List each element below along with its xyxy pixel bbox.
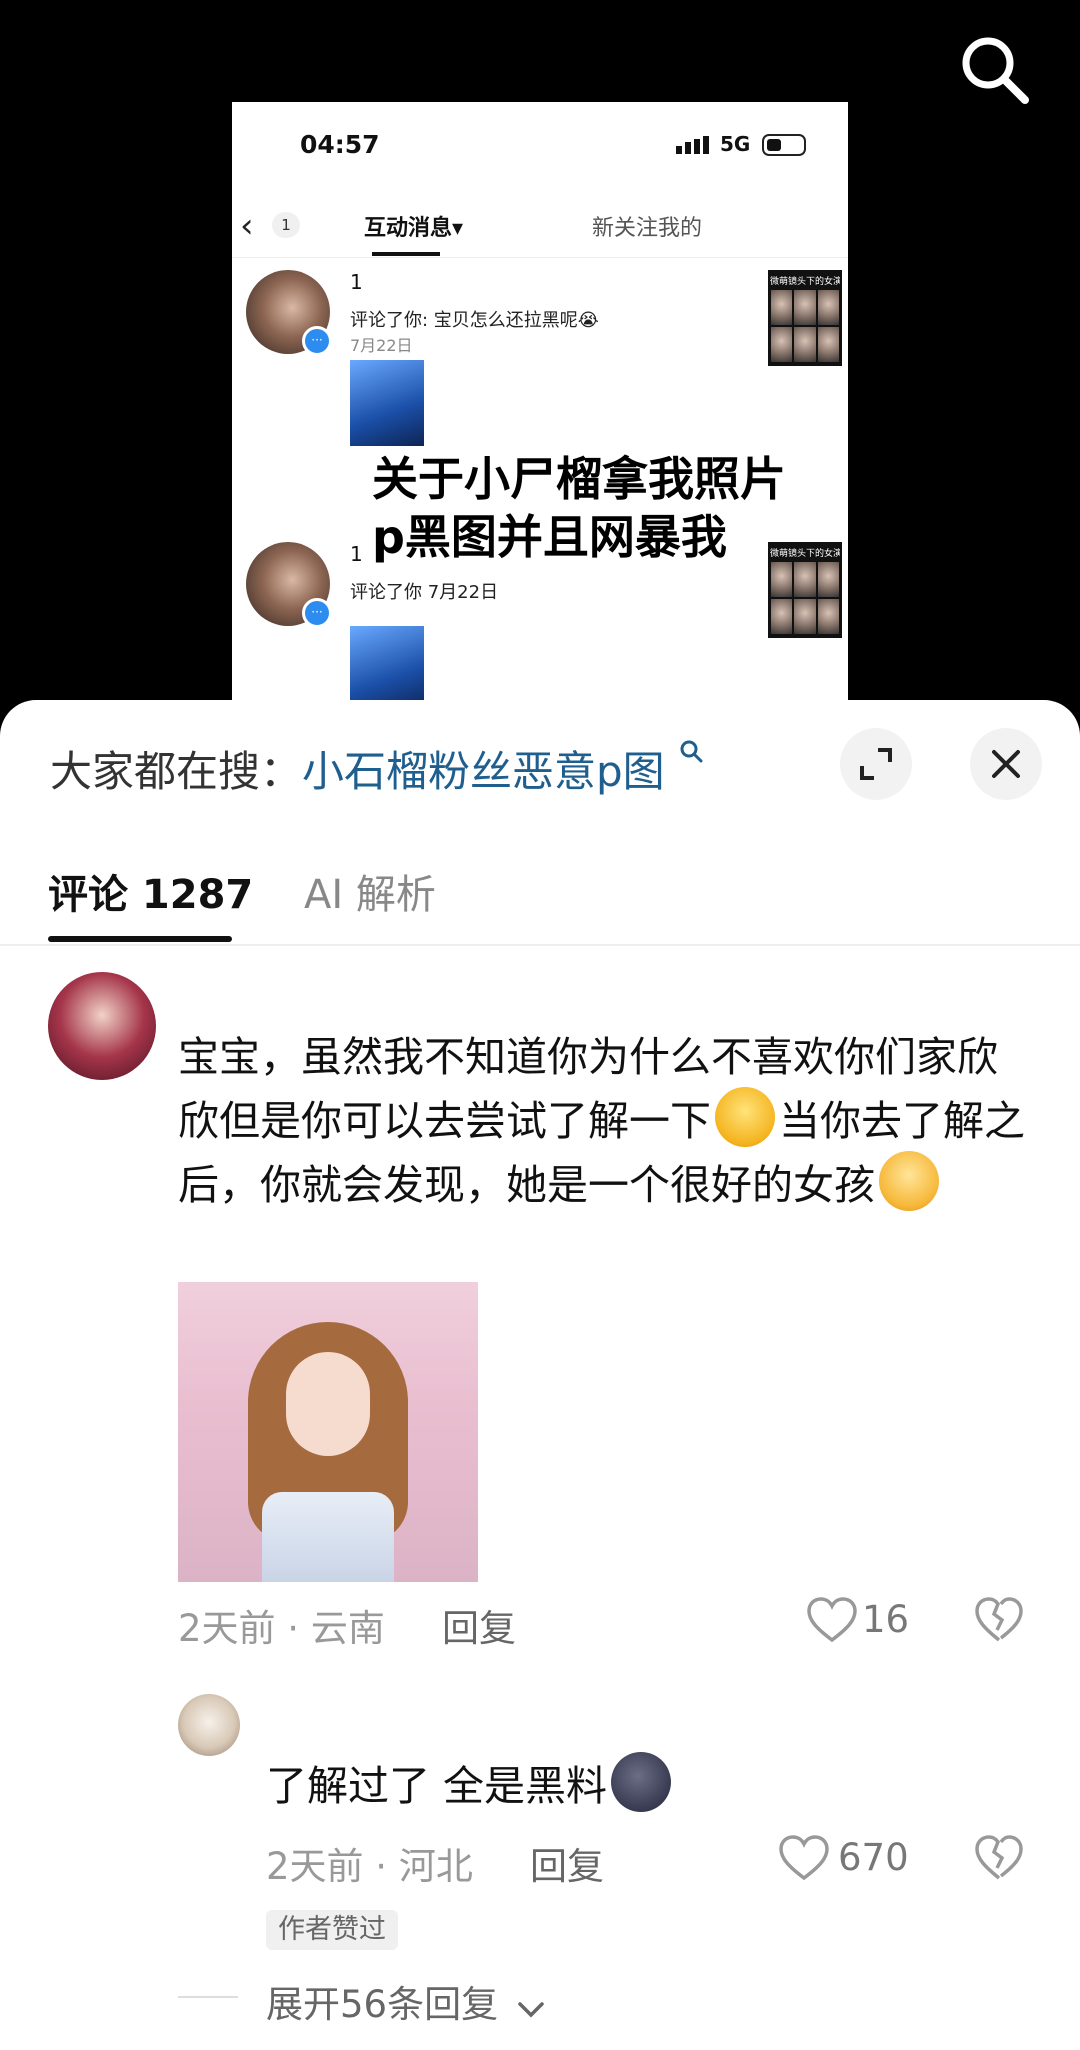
message-sender: 1 bbox=[350, 270, 363, 294]
video-area[interactable]: 04:57 5G ‹ 1 互动消息▾ 新关注我的 ··· 1 评论了你: 宝贝怎… bbox=[0, 0, 1080, 712]
comment-meta: 2天前 · 云南 bbox=[178, 1607, 385, 1650]
search-icon[interactable] bbox=[955, 30, 1035, 110]
message-text: 评论了你 7月22日 bbox=[350, 582, 499, 603]
battery-icon bbox=[762, 134, 806, 156]
reply-text-content: 了解过了 全是黑料 bbox=[266, 1762, 608, 1810]
avatar[interactable] bbox=[178, 1694, 240, 1756]
tab-active-underline bbox=[48, 936, 232, 942]
reply-text: 了解过了 全是黑料 bbox=[266, 1752, 675, 1812]
video-thumbnail: 微萌镜头下的女演 bbox=[768, 270, 842, 366]
comment-image[interactable] bbox=[178, 1282, 478, 1582]
heart-icon[interactable] bbox=[778, 1834, 830, 1882]
comment-sheet: 大家都在搜：小石榴粉丝恶意p图 评论 1287 AI 解析 宝宝，虽然我不知道你… bbox=[0, 700, 1080, 2050]
broken-heart-icon[interactable] bbox=[974, 1596, 1024, 1644]
reply-meta: 2天前 · 河北 bbox=[266, 1845, 473, 1888]
like-count: 16 bbox=[862, 1598, 910, 1641]
video-caption-overlay: 关于小尸榴拿我照片 p黑图并且网暴我 bbox=[372, 450, 786, 566]
signal-icon bbox=[676, 136, 709, 154]
expand-replies-button[interactable]: 展开56条回复 bbox=[266, 1974, 546, 2028]
shy-emoji-icon bbox=[879, 1151, 939, 1211]
close-button[interactable] bbox=[970, 728, 1042, 800]
hot-search-bar[interactable]: 大家都在搜：小石榴粉丝恶意p图 bbox=[50, 738, 706, 799]
hot-search-term[interactable]: 小石榴粉丝恶意p图 bbox=[302, 747, 665, 796]
divider bbox=[178, 1996, 238, 1998]
status-time: 04:57 bbox=[300, 130, 380, 159]
video-screenshot: 04:57 5G ‹ 1 互动消息▾ 新关注我的 ··· 1 评论了你: 宝贝怎… bbox=[232, 102, 848, 712]
phone-tab-interactions: 互动消息▾ bbox=[364, 216, 464, 241]
comment-tabs: 评论 1287 AI 解析 bbox=[0, 820, 1080, 946]
avatar[interactable] bbox=[48, 972, 156, 1080]
caption-line-1: 关于小尸榴拿我照片 bbox=[372, 452, 786, 506]
chevron-down-icon bbox=[518, 2002, 544, 2018]
broken-heart-icon[interactable] bbox=[974, 1834, 1024, 1882]
heart-icon[interactable] bbox=[806, 1596, 858, 1644]
author-liked-badge: 作者赞过 bbox=[266, 1910, 398, 1950]
expand-icon bbox=[860, 748, 892, 780]
back-chevron-icon: ‹ bbox=[240, 206, 254, 246]
network-label: 5G bbox=[720, 132, 751, 156]
comment-badge-icon: ··· bbox=[302, 598, 332, 628]
caption-line-2: p黑图并且网暴我 bbox=[372, 510, 727, 564]
expand-button[interactable] bbox=[840, 728, 912, 800]
comment-badge-icon: ··· bbox=[302, 326, 332, 356]
message-thumbnail bbox=[350, 360, 424, 446]
crying-emoji-icon bbox=[715, 1087, 775, 1147]
phone-tab-new-followers: 新关注我的 bbox=[592, 216, 703, 241]
back-badge: 1 bbox=[272, 212, 300, 238]
hot-search-prefix: 大家都在搜： bbox=[50, 747, 303, 796]
phone-nav: ‹ 1 互动消息▾ 新关注我的 bbox=[232, 202, 848, 258]
like-count: 670 bbox=[838, 1836, 909, 1879]
close-icon bbox=[992, 750, 1020, 778]
message-text: 评论了你: 宝贝怎么还拉黑呢😭 bbox=[350, 310, 599, 331]
message-date: 7月22日 bbox=[350, 336, 413, 355]
expand-replies-label: 展开56条回复 bbox=[266, 1983, 499, 2026]
thumbnail-label: 微萌镜头下的女演 bbox=[770, 277, 840, 287]
phone-status-bar: 04:57 5G bbox=[232, 102, 848, 182]
reply-button[interactable]: 回复 bbox=[442, 1598, 516, 1652]
moon-emoji-icon bbox=[611, 1752, 672, 1812]
phone-tab-underline bbox=[372, 252, 440, 256]
tab-comments[interactable]: 评论 1287 bbox=[48, 862, 253, 920]
tab-ai-analysis[interactable]: AI 解析 bbox=[304, 862, 436, 920]
reply-button[interactable]: 回复 bbox=[530, 1836, 604, 1890]
magnifier-small-icon bbox=[680, 740, 703, 763]
message-sender: 1 bbox=[350, 542, 363, 566]
comment-text: 宝宝，虽然我不知道你为什么不喜欢你们家欣欣但是你可以去尝试了解一下 当你去了解之后… bbox=[178, 1028, 1038, 1215]
